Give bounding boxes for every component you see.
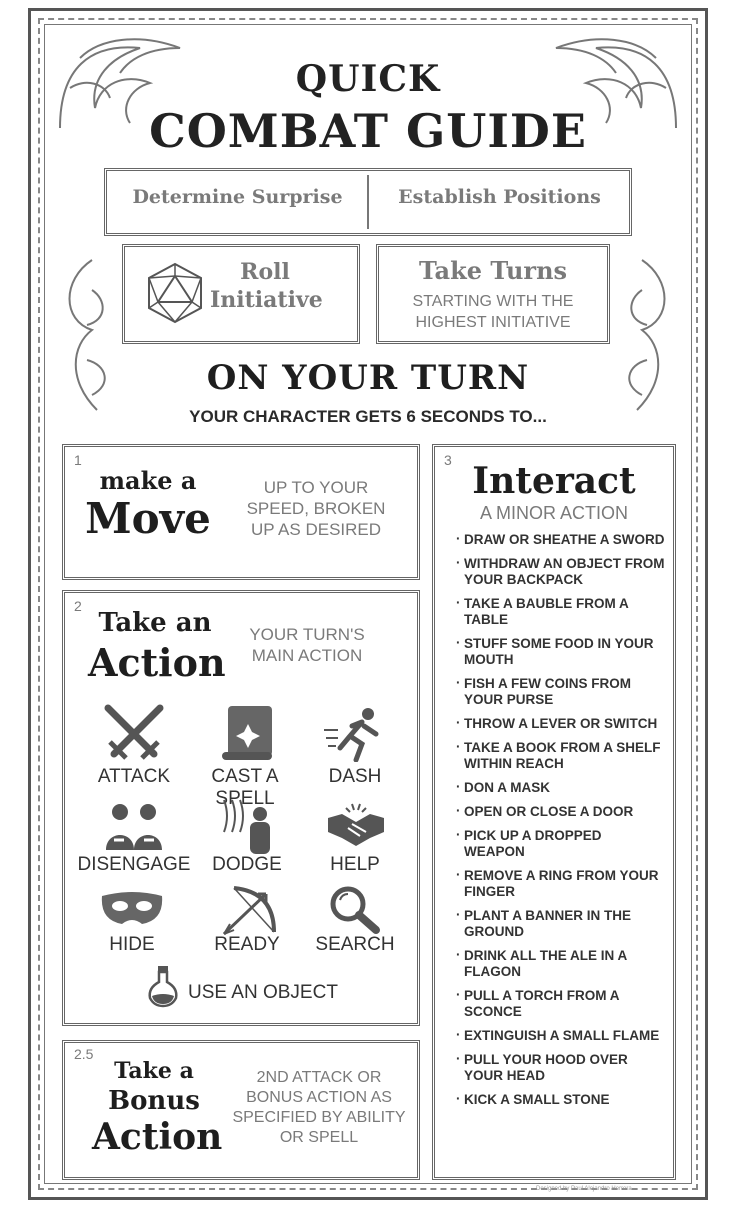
- bonus-small: Take a: [114, 1058, 194, 1084]
- bonus-number: 2.5: [74, 1046, 94, 1062]
- list-item: DRINK ALL THE ALE IN A FLAGON: [456, 947, 666, 980]
- bonus-big: Action: [92, 1116, 223, 1158]
- list-item: REMOVE A RING FROM YOUR FINGER: [456, 867, 666, 900]
- list-item: WITHDRAW AN OBJECT FROM YOUR BACKPACK: [456, 555, 666, 588]
- list-item: PULL A TORCH FROM A SCONCE: [456, 987, 666, 1020]
- list-item: PICK UP A DROPPED WEAPON: [456, 827, 666, 860]
- action-desc: YOUR TURN'S MAIN ACTION: [249, 625, 365, 665]
- list-item: THROW A LEVER OR SWITCH: [456, 715, 666, 732]
- scroll-icon: [222, 706, 272, 760]
- title-line-1: QUICK: [295, 58, 441, 100]
- dodge-figure-icon: [223, 799, 270, 854]
- setup-divider: [367, 175, 369, 229]
- title-line-2: COMBAT GUIDE: [149, 104, 587, 158]
- list-item: KICK A SMALL STONE: [456, 1091, 666, 1108]
- determine-surprise: Determine Surprise: [132, 186, 343, 208]
- action-use-an-object: USE AN OBJECT: [188, 982, 338, 1003]
- d20-die-icon: [148, 262, 202, 324]
- designer-credit: Designed by Paul Alejandro Herrera: [536, 1186, 632, 1192]
- list-item: FISH A FEW COINS FROM YOUR PURSE: [456, 675, 666, 708]
- establish-positions: Establish Positions: [398, 186, 601, 208]
- list-item: PLANT A BANNER IN THE GROUND: [456, 907, 666, 940]
- action-help: HELP: [330, 854, 380, 875]
- list-item: EXTINGUISH A SMALL FLAME: [456, 1027, 666, 1044]
- list-item: DRAW OR SHEATHE A SWORD: [456, 531, 666, 548]
- crossed-swords-icon: [104, 704, 164, 760]
- move-big: Move: [85, 494, 211, 543]
- two-people-icon: [106, 804, 162, 850]
- list-item: TAKE A BOOK FROM A SHELF WITHIN REACH: [456, 739, 666, 772]
- bonus-mid: Bonus: [108, 1086, 200, 1116]
- interact-subtitle: A MINOR ACTION: [479, 503, 629, 523]
- action-dash: DASH: [328, 766, 382, 787]
- move-desc: UP TO YOUR SPEED, BROKEN UP AS DESIRED: [246, 478, 386, 539]
- list-item: DON A MASK: [456, 779, 666, 796]
- on-your-turn-subheading: YOUR CHARACTER GETS 6 SECONDS TO...: [189, 407, 547, 426]
- action-hide: HIDE: [109, 934, 155, 955]
- running-figure-icon: [324, 708, 379, 762]
- roll-initiative-label: Roll Initiative: [210, 259, 323, 313]
- interact-title: Interact: [472, 460, 636, 502]
- magnifier-icon: [330, 886, 380, 934]
- list-item: STUFF SOME FOOD IN YOUR MOUTH: [456, 635, 666, 668]
- action-big: Action: [88, 640, 226, 685]
- on-your-turn-heading: ON YOUR TURN: [206, 358, 530, 398]
- list-item: OPEN OR CLOSE A DOOR: [456, 803, 666, 820]
- take-turns-title: Take Turns: [418, 256, 568, 285]
- list-item: TAKE A BAUBLE FROM A TABLE: [456, 595, 666, 628]
- handshake-icon: [328, 803, 384, 846]
- bow-arrow-icon: [222, 886, 276, 936]
- action-small: Take an: [98, 608, 212, 638]
- mask-icon: [101, 892, 163, 924]
- interact-list: DRAW OR SHEATHE A SWORD WITHDRAW AN OBJE…: [456, 531, 666, 1116]
- take-turns-desc: STARTING WITH THE HIGHEST INITIATIVE: [412, 293, 574, 331]
- action-search: SEARCH: [315, 934, 395, 955]
- bonus-desc: 2ND ATTACK OR BONUS ACTION AS SPECIFIED …: [232, 1069, 406, 1146]
- potion-icon: [148, 966, 178, 1008]
- move-number: 1: [74, 452, 82, 468]
- action-number: 2: [74, 598, 82, 614]
- list-item: PULL YOUR HOOD OVER YOUR HEAD: [456, 1051, 666, 1084]
- move-small: make a: [99, 466, 197, 495]
